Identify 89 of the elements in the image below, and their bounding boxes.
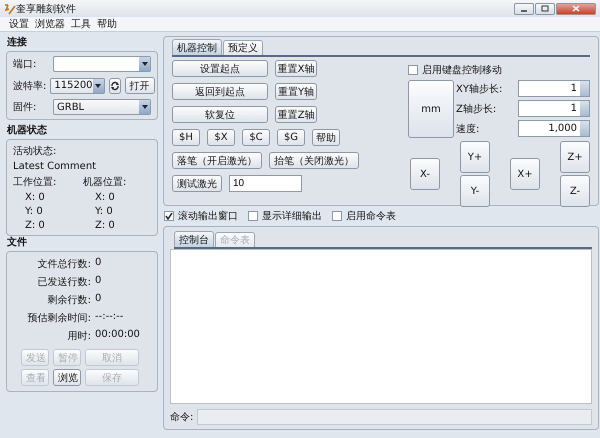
baud-rate-dropdown[interactable]: 115200 (50, 78, 105, 94)
minimize-button[interactable] (514, 2, 534, 14)
tab[interactable]: 控制台 (174, 231, 214, 247)
checkbox-label: 显示详细输出 (262, 210, 322, 223)
reset-axis-button[interactable]: 重置Z轴 (275, 106, 317, 123)
section-heading: 连接 (7, 37, 28, 49)
open-button[interactable]: 打开 (124, 77, 155, 94)
dropdown-arrow-icon (142, 105, 148, 109)
stat-label: 预估剩余时间: (26, 312, 91, 325)
checkbox-label: 启用命令表 (346, 210, 396, 223)
window-title: 奎享雕刻软件 (16, 2, 77, 16)
status-label: 活动状态: (13, 144, 58, 158)
refresh-icon (110, 80, 120, 90)
test-laser-button[interactable]: 测试激光 (172, 175, 222, 192)
reset-axis-button[interactable]: 重置X轴 (275, 60, 317, 77)
stat-label: 已发送行数: (36, 276, 91, 289)
checkbox-label: 滚动输出窗口 (178, 210, 238, 223)
laser-power-field[interactable]: 10 (229, 175, 302, 192)
field-label: 端口: (13, 58, 38, 71)
check-icon (165, 212, 173, 220)
command-button[interactable]: 帮助 (312, 129, 340, 146)
checkbox[interactable] (248, 211, 258, 221)
tab[interactable]: 预定义 (223, 40, 263, 55)
menu-item[interactable]: 工具 (70, 17, 92, 31)
stat-value: 00:00:00 (95, 329, 141, 342)
dropdown-arrow-icon (95, 84, 102, 88)
checkbox-label: 启用键盘控制移动 (422, 64, 502, 77)
jog-button[interactable]: Y- (460, 175, 490, 207)
checkbox[interactable] (332, 211, 342, 221)
stat-value: 0 (95, 275, 102, 288)
column-label: 机器位置: (83, 176, 128, 189)
action-button[interactable]: 软复位 (172, 106, 268, 123)
jog-button[interactable]: Z+ (560, 141, 590, 173)
reset-axis-button[interactable]: 重置Y轴 (275, 83, 317, 100)
laser-button[interactable]: 落笔（开启激光） (172, 152, 262, 169)
jog-button[interactable]: Z- (560, 175, 590, 207)
position-value: Y: 0 (94, 206, 114, 217)
menu-item[interactable]: 浏览器 (34, 17, 66, 31)
command-button[interactable]: $G (277, 129, 305, 146)
checkbox[interactable] (164, 211, 174, 221)
port-dropdown[interactable] (53, 56, 151, 72)
close-button[interactable] (556, 2, 596, 14)
firmware-dropdown[interactable]: GRBL (53, 99, 151, 115)
field-label: XY轴步长: (456, 82, 504, 96)
file-button[interactable]: 浏览 (53, 369, 81, 386)
pencil-icon (4, 2, 16, 14)
command-button[interactable]: $H (172, 129, 200, 146)
command-field[interactable] (197, 409, 592, 425)
section-heading: 文件 (7, 237, 28, 249)
position-value: X: 0 (24, 192, 46, 203)
refresh-button[interactable] (108, 78, 121, 94)
stat-label: 剩余行数: (46, 294, 91, 307)
field-label: 命令: (170, 411, 194, 424)
command-button[interactable]: $X (207, 129, 235, 146)
number-spinner[interactable]: 1 (518, 100, 590, 117)
number-spinner[interactable]: 1,000 (518, 120, 590, 137)
unit-button[interactable]: mm (408, 80, 454, 138)
stat-value: 0 (95, 293, 102, 306)
action-button[interactable]: 设置起点 (172, 60, 268, 77)
menu-item[interactable]: 设置 (8, 17, 30, 31)
field-label: 速度: (456, 122, 480, 136)
jog-button[interactable]: X+ (510, 158, 540, 190)
number-spinner[interactable]: 1 (518, 80, 590, 97)
position-value: X: 0 (94, 192, 116, 203)
stat-label: 用时: (66, 330, 91, 343)
command-button[interactable]: $C (242, 129, 270, 146)
field-label: Z轴步长: (456, 102, 498, 116)
menu-item[interactable]: 帮助 (96, 17, 118, 31)
tab[interactable]: 机器控制 (172, 39, 222, 55)
laser-button[interactable]: 抬笔（关闭激光） (269, 152, 359, 169)
checkbox[interactable] (408, 65, 418, 75)
status-text: Latest Comment (13, 161, 98, 172)
position-value: Z: 0 (24, 220, 46, 231)
close-icon (572, 5, 580, 12)
action-button[interactable]: 返回到起点 (172, 83, 268, 100)
section-heading: 机器状态 (7, 125, 48, 137)
stat-value: 0 (95, 257, 102, 270)
jog-button[interactable]: X- (410, 158, 440, 190)
position-value: Y: 0 (24, 206, 44, 217)
column-label: 工作位置: (13, 176, 58, 189)
maximize-icon (541, 5, 549, 12)
position-value: Z: 0 (94, 220, 116, 231)
field-label: 固件: (13, 101, 38, 114)
field-label: 波特率: (13, 80, 46, 92)
stat-label: 文件总行数: (36, 258, 91, 271)
jog-button[interactable]: Y+ (460, 141, 490, 173)
dropdown-arrow-icon (142, 62, 148, 66)
maximize-button[interactable] (535, 2, 555, 14)
stat-value: --:--:-- (95, 311, 124, 324)
